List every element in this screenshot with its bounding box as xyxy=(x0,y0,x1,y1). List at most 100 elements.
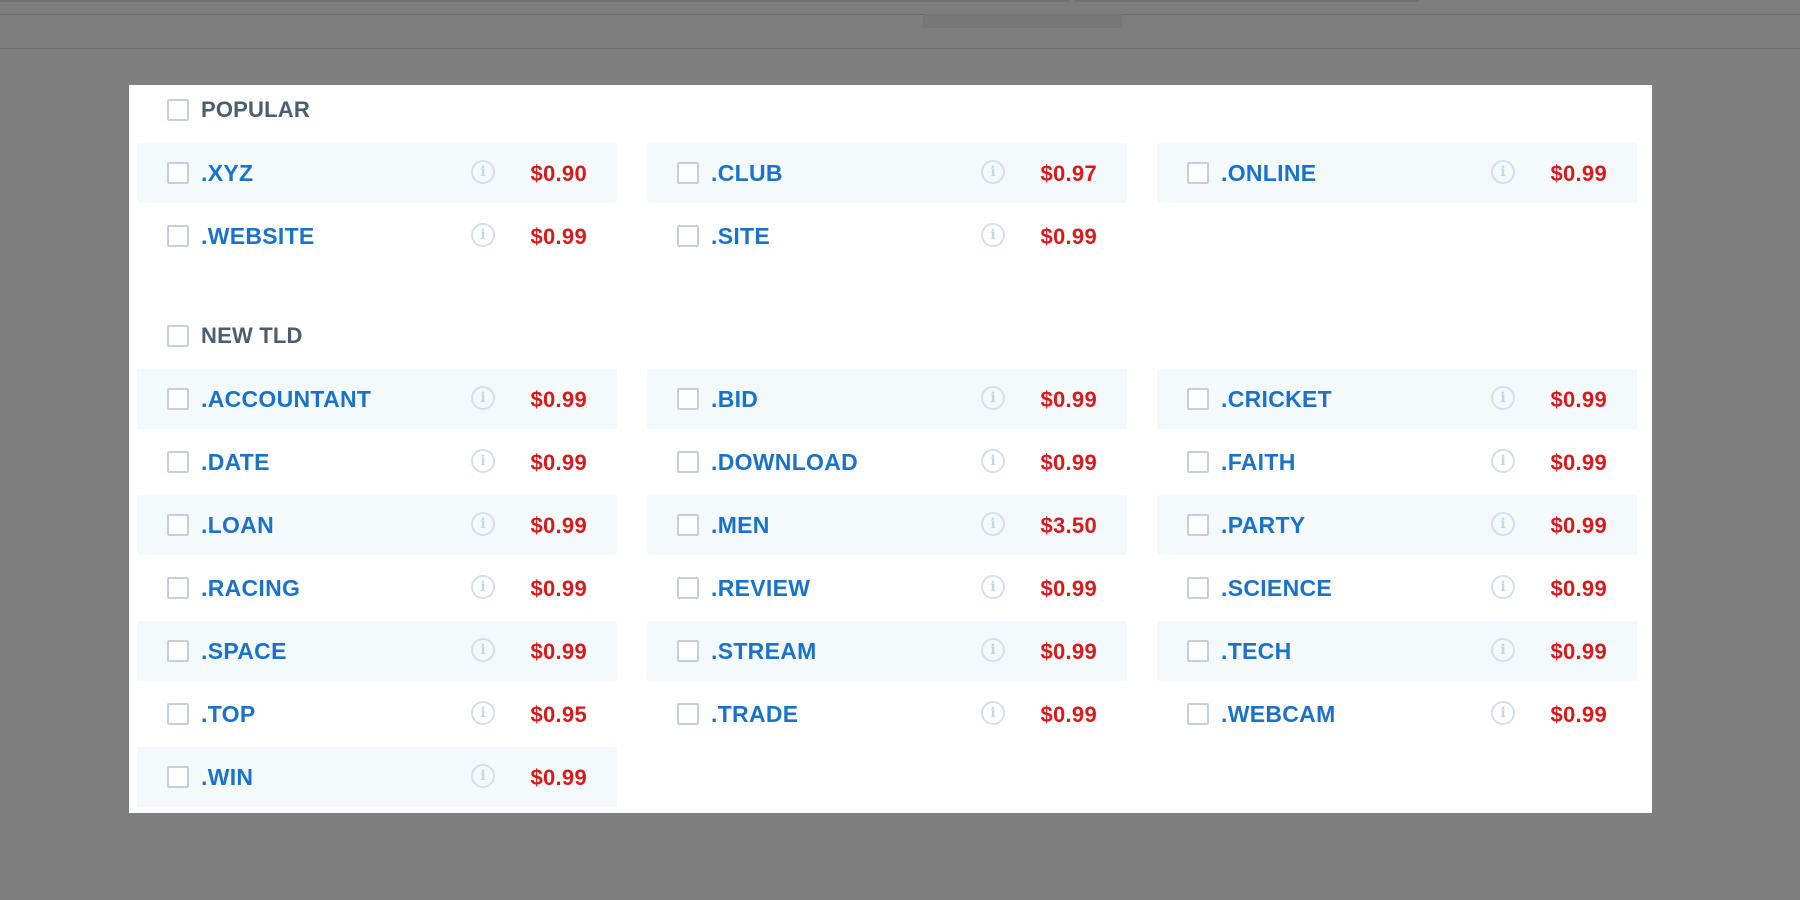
info-icon[interactable]: i xyxy=(1491,386,1515,410)
tld-row: .CLUB i $0.97 xyxy=(647,143,1127,203)
tld-checkbox[interactable] xyxy=(677,388,699,410)
tld-price: $3.50 xyxy=(1040,513,1097,538)
tld-price: $0.99 xyxy=(1040,639,1097,664)
tld-checkbox[interactable] xyxy=(677,225,699,247)
tld-row: .LOAN i $0.99 xyxy=(137,495,617,555)
tld-checkbox[interactable] xyxy=(677,640,699,662)
tld-row: .WEBSITE i $0.99 xyxy=(137,206,617,266)
info-icon[interactable]: i xyxy=(1491,512,1515,536)
tld-price: $0.99 xyxy=(1550,576,1607,601)
tld-checkbox[interactable] xyxy=(677,162,699,184)
tld-price: $0.99 xyxy=(1040,450,1097,475)
tld-price: $0.99 xyxy=(1040,224,1097,249)
tld-checkbox[interactable] xyxy=(677,703,699,725)
section-new-tld: NEW TLD xyxy=(167,323,303,348)
info-icon[interactable]: i xyxy=(471,223,495,247)
info-icon[interactable]: i xyxy=(1491,449,1515,473)
tld-price: $0.99 xyxy=(530,639,587,664)
tld-row: .STREAM i $0.99 xyxy=(647,621,1127,681)
info-icon[interactable]: i xyxy=(1491,701,1515,725)
tld-row: .BID i $0.99 xyxy=(647,369,1127,429)
section-new-tld-checkbox[interactable] xyxy=(167,325,189,347)
tld-selection-modal: POPULAR .XYZ i $0.90 .CLUB i $0.97 .ONLI… xyxy=(129,85,1652,813)
tld-checkbox[interactable] xyxy=(677,451,699,473)
tld-row: .RACING i $0.99 xyxy=(137,558,617,618)
tld-checkbox[interactable] xyxy=(677,514,699,536)
info-icon[interactable]: i xyxy=(1491,575,1515,599)
info-icon[interactable]: i xyxy=(1491,160,1515,184)
background-toolbar xyxy=(0,0,1800,49)
toolbar-divider xyxy=(1075,0,1419,2)
tld-checkbox[interactable] xyxy=(167,577,189,599)
tld-price: $0.99 xyxy=(530,387,587,412)
tld-row: .ONLINE i $0.99 xyxy=(1157,143,1637,203)
tld-checkbox[interactable] xyxy=(1187,577,1209,599)
info-icon[interactable]: i xyxy=(981,223,1005,247)
tld-row: .SPACE i $0.99 xyxy=(137,621,617,681)
info-icon[interactable]: i xyxy=(471,701,495,725)
tld-row: .TRADE i $0.99 xyxy=(647,684,1127,744)
tld-checkbox[interactable] xyxy=(167,703,189,725)
tld-price: $0.95 xyxy=(530,702,587,727)
tld-checkbox[interactable] xyxy=(1187,162,1209,184)
tld-row: .WEBCAM i $0.99 xyxy=(1157,684,1637,744)
info-icon[interactable]: i xyxy=(471,160,495,184)
tld-checkbox[interactable] xyxy=(1187,514,1209,536)
tld-row: .DOWNLOAD i $0.99 xyxy=(647,432,1127,492)
tld-price: $0.99 xyxy=(1040,702,1097,727)
tld-checkbox[interactable] xyxy=(1187,451,1209,473)
tld-row: .WIN i $0.99 xyxy=(137,747,617,807)
tld-checkbox[interactable] xyxy=(1187,703,1209,725)
tld-row: .FAITH i $0.99 xyxy=(1157,432,1637,492)
tld-price: $0.99 xyxy=(1040,387,1097,412)
info-icon[interactable]: i xyxy=(471,386,495,410)
info-icon[interactable]: i xyxy=(1491,638,1515,662)
tld-price: $0.99 xyxy=(1040,576,1097,601)
tld-row: .SCIENCE i $0.99 xyxy=(1157,558,1637,618)
toolbar-tab xyxy=(923,14,1122,28)
tld-row: .XYZ i $0.90 xyxy=(137,143,617,203)
info-icon[interactable]: i xyxy=(471,638,495,662)
tld-price: $0.99 xyxy=(530,576,587,601)
info-icon[interactable]: i xyxy=(471,575,495,599)
info-icon[interactable]: i xyxy=(471,512,495,536)
tld-checkbox[interactable] xyxy=(167,451,189,473)
tld-row: .PARTY i $0.99 xyxy=(1157,495,1637,555)
tld-checkbox[interactable] xyxy=(167,162,189,184)
info-icon[interactable]: i xyxy=(981,386,1005,410)
tld-checkbox[interactable] xyxy=(1187,640,1209,662)
tld-row: .ACCOUNTANT i $0.99 xyxy=(137,369,617,429)
info-icon[interactable]: i xyxy=(981,638,1005,662)
info-icon[interactable]: i xyxy=(471,449,495,473)
tld-row: .MEN i $3.50 xyxy=(647,495,1127,555)
info-icon[interactable]: i xyxy=(981,449,1005,473)
tld-price: $0.99 xyxy=(1550,702,1607,727)
tld-row: .SITE i $0.99 xyxy=(647,206,1127,266)
info-icon[interactable]: i xyxy=(981,575,1005,599)
tld-checkbox[interactable] xyxy=(167,514,189,536)
toolbar-divider xyxy=(0,14,1800,15)
tld-price: $0.99 xyxy=(1550,161,1607,186)
tld-checkbox[interactable] xyxy=(1187,388,1209,410)
info-icon[interactable]: i xyxy=(981,512,1005,536)
tld-price: $0.99 xyxy=(1550,639,1607,664)
tld-price: $0.99 xyxy=(530,513,587,538)
tld-checkbox[interactable] xyxy=(677,577,699,599)
section-popular: POPULAR xyxy=(167,97,310,122)
section-popular-checkbox[interactable] xyxy=(167,99,189,121)
tld-price: $0.99 xyxy=(530,450,587,475)
info-icon[interactable]: i xyxy=(981,701,1005,725)
tld-checkbox[interactable] xyxy=(167,766,189,788)
section-label: POPULAR xyxy=(201,97,310,122)
info-icon[interactable]: i xyxy=(981,160,1005,184)
tld-price: $0.99 xyxy=(530,224,587,249)
tld-price: $0.90 xyxy=(530,161,587,186)
tld-checkbox[interactable] xyxy=(167,640,189,662)
tld-row: .TECH i $0.99 xyxy=(1157,621,1637,681)
tld-checkbox[interactable] xyxy=(167,388,189,410)
tld-row: .CRICKET i $0.99 xyxy=(1157,369,1637,429)
info-icon[interactable]: i xyxy=(471,764,495,788)
tld-price: $0.99 xyxy=(530,765,587,790)
tld-price: $0.99 xyxy=(1550,387,1607,412)
tld-checkbox[interactable] xyxy=(167,225,189,247)
